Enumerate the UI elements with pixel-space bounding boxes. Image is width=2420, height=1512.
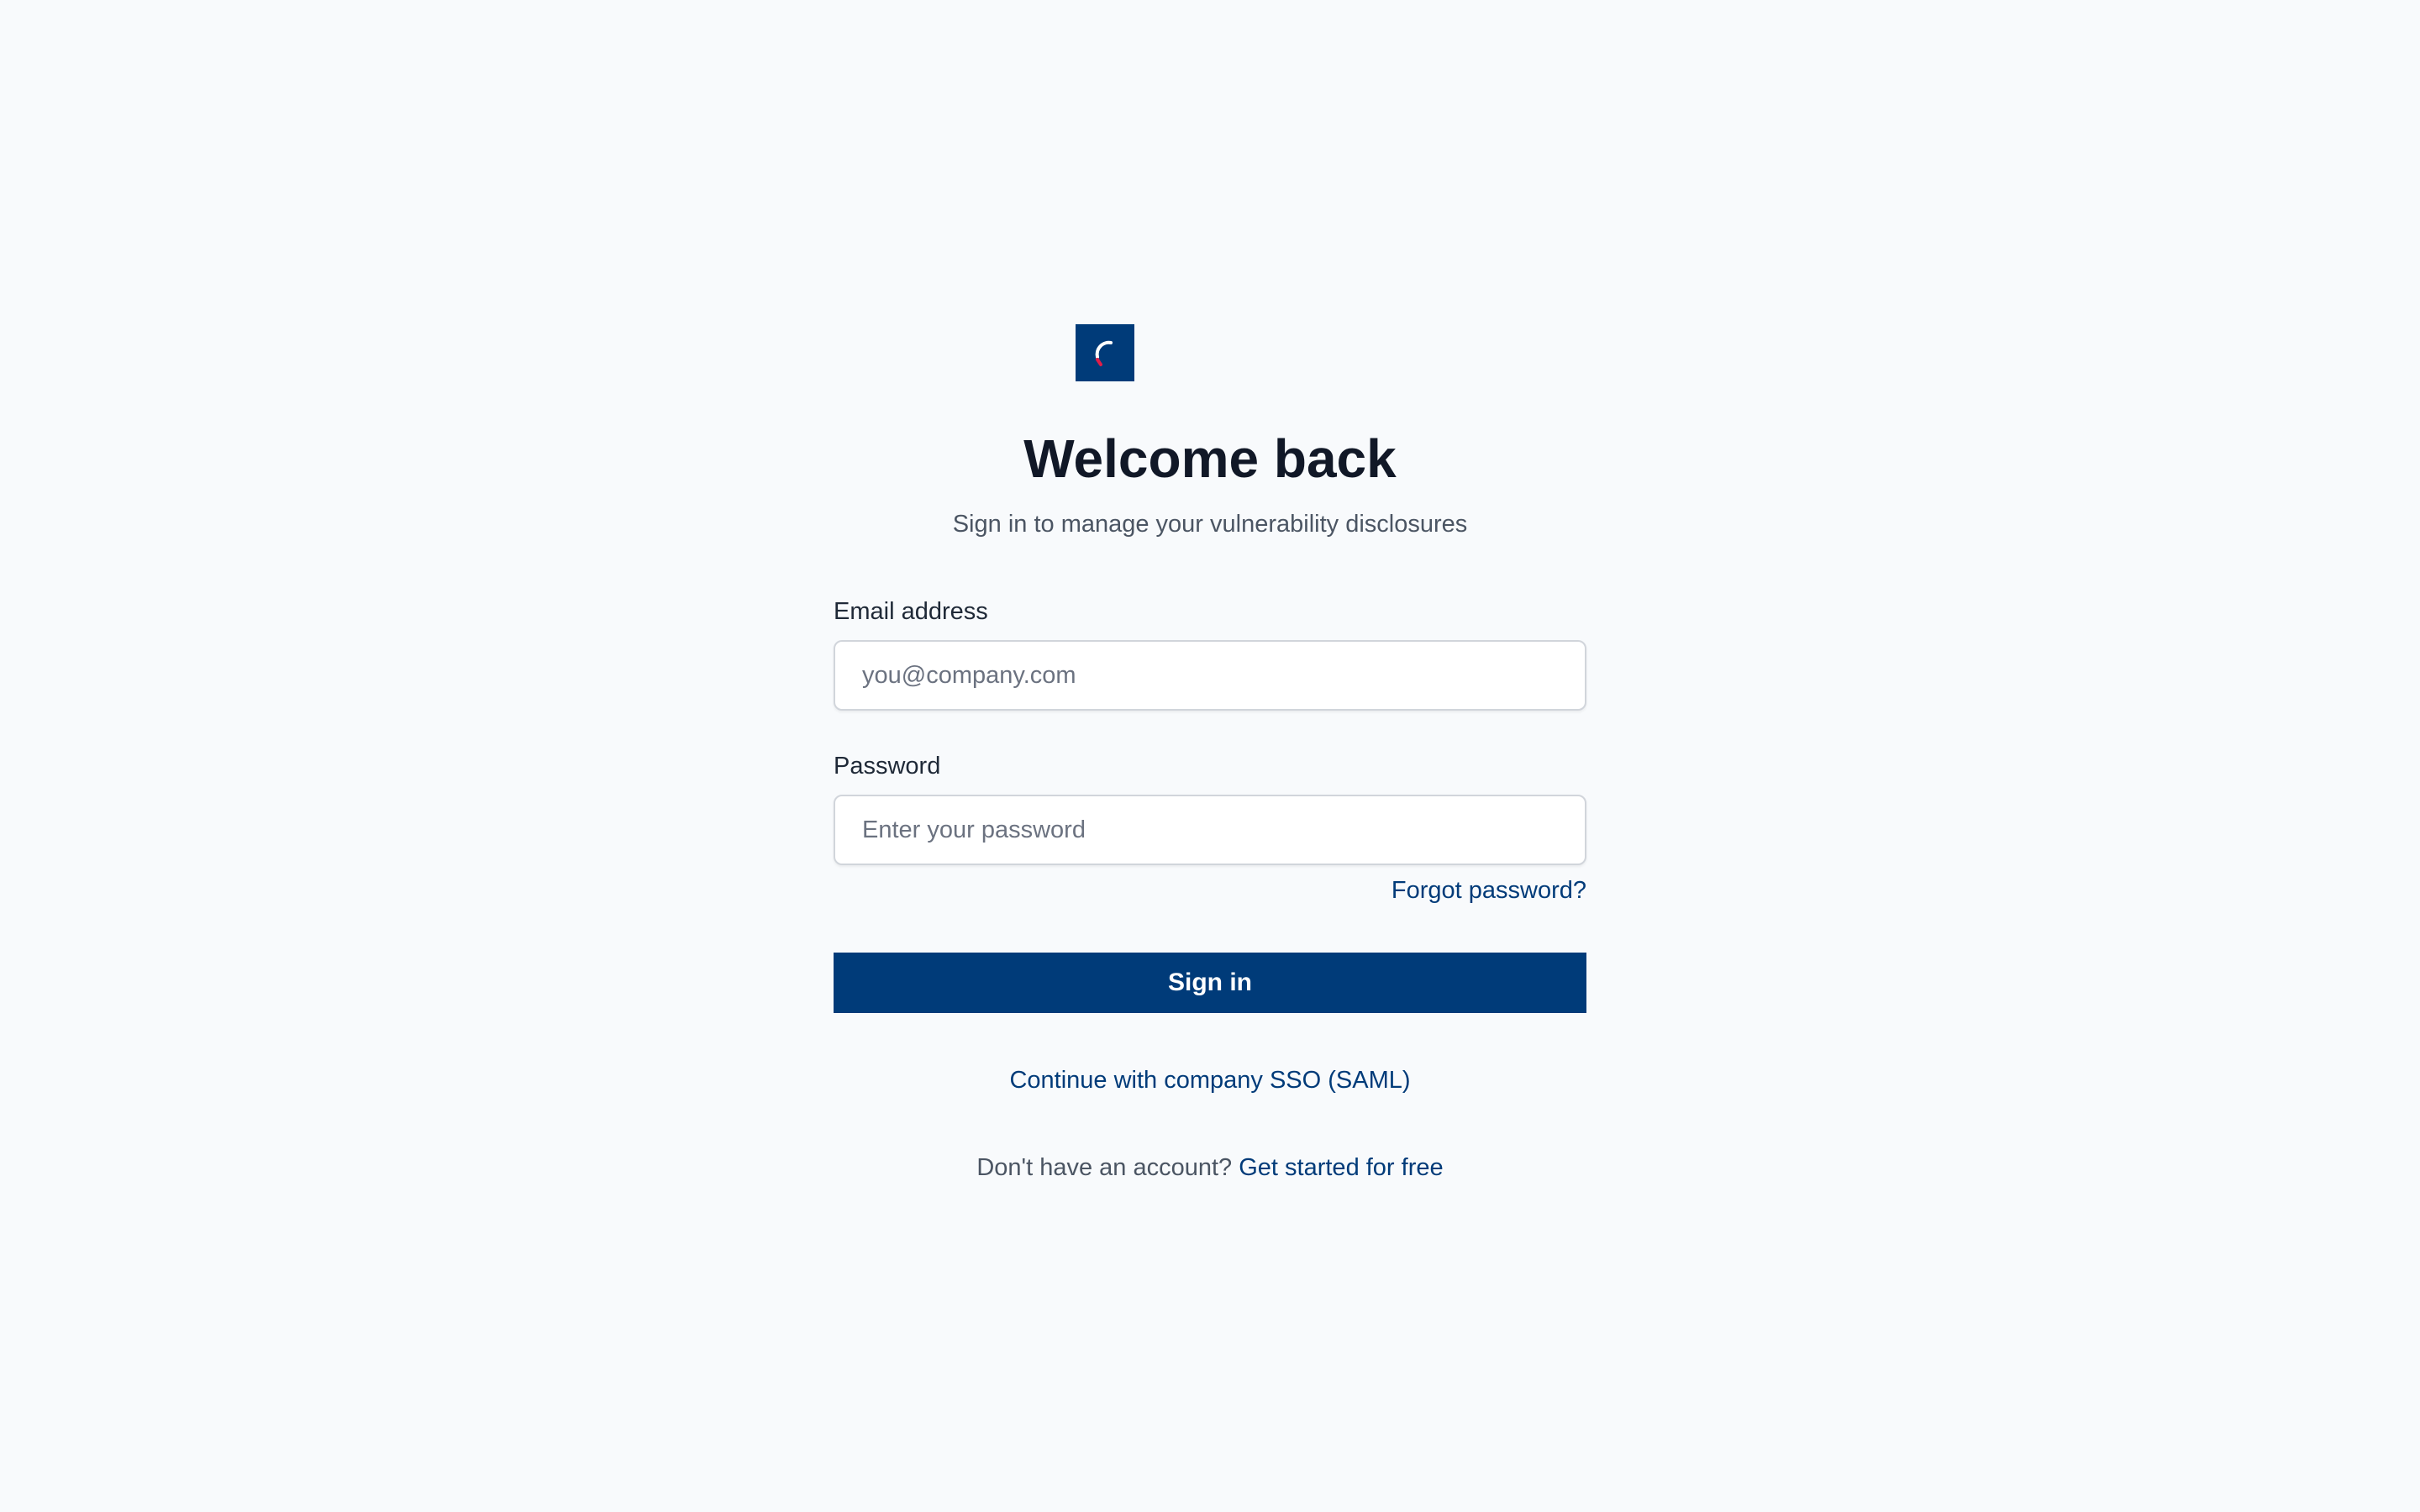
forgot-password-link[interactable]: Forgot password? xyxy=(1392,877,1586,905)
signup-row: Don't have an account? Get started for f… xyxy=(834,1154,1586,1182)
page-subtitle: Sign in to manage your vulnerability dis… xyxy=(952,511,1468,538)
brand-logo-icon xyxy=(1076,324,1134,381)
password-field[interactable] xyxy=(834,795,1586,865)
sign-in-button[interactable]: Sign in xyxy=(834,953,1586,1013)
get-started-link[interactable]: Get started for free xyxy=(1239,1154,1443,1181)
login-page: Welcome back Sign in to manage your vuln… xyxy=(0,0,2420,1512)
page-title: Welcome back xyxy=(1023,428,1397,489)
email-field[interactable] xyxy=(834,640,1586,711)
signup-prompt: Don't have an account? xyxy=(976,1154,1233,1181)
sso-link[interactable]: Continue with company SSO (SAML) xyxy=(834,1067,1586,1095)
password-label: Password xyxy=(834,753,941,780)
email-label: Email address xyxy=(834,598,988,625)
